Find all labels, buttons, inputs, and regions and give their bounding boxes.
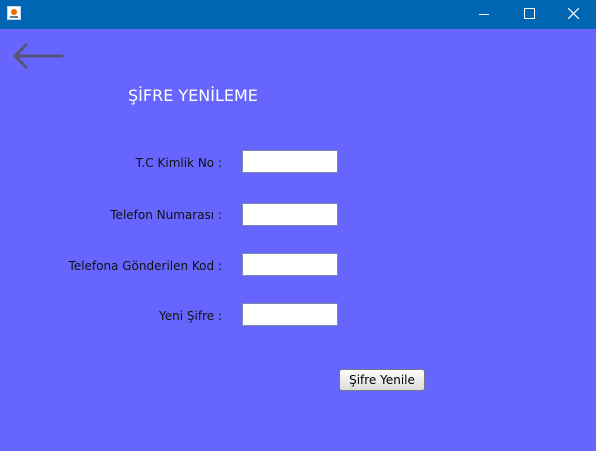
kod-label: Telefona Gönderilen Kod : (68, 259, 222, 273)
title-bar (0, 0, 596, 29)
telefon-input[interactable] (242, 203, 338, 226)
back-button[interactable] (12, 43, 64, 69)
close-button[interactable] (550, 0, 596, 29)
tc-kimlik-input[interactable] (242, 150, 338, 173)
yeni-sifre-input[interactable] (242, 303, 338, 326)
minimize-icon (479, 14, 489, 15)
kod-input[interactable] (242, 253, 338, 276)
close-icon (568, 8, 579, 19)
maximize-button[interactable] (506, 0, 552, 29)
app-window: ŞİFRE YENİLEME T.C Kimlik No : Telefon N… (0, 0, 596, 451)
telefon-label: Telefon Numarası : (110, 208, 222, 222)
tc-kimlik-label: T.C Kimlik No : (135, 156, 222, 170)
yeni-sifre-label: Yeni Şifre : (159, 309, 222, 323)
java-app-icon (7, 6, 21, 20)
minimize-button[interactable] (462, 0, 508, 29)
maximize-icon (524, 8, 535, 19)
page-title: ŞİFRE YENİLEME (128, 86, 258, 105)
sifre-yenile-button[interactable]: Şifre Yenile (339, 369, 425, 391)
arrow-left-icon (13, 43, 64, 69)
